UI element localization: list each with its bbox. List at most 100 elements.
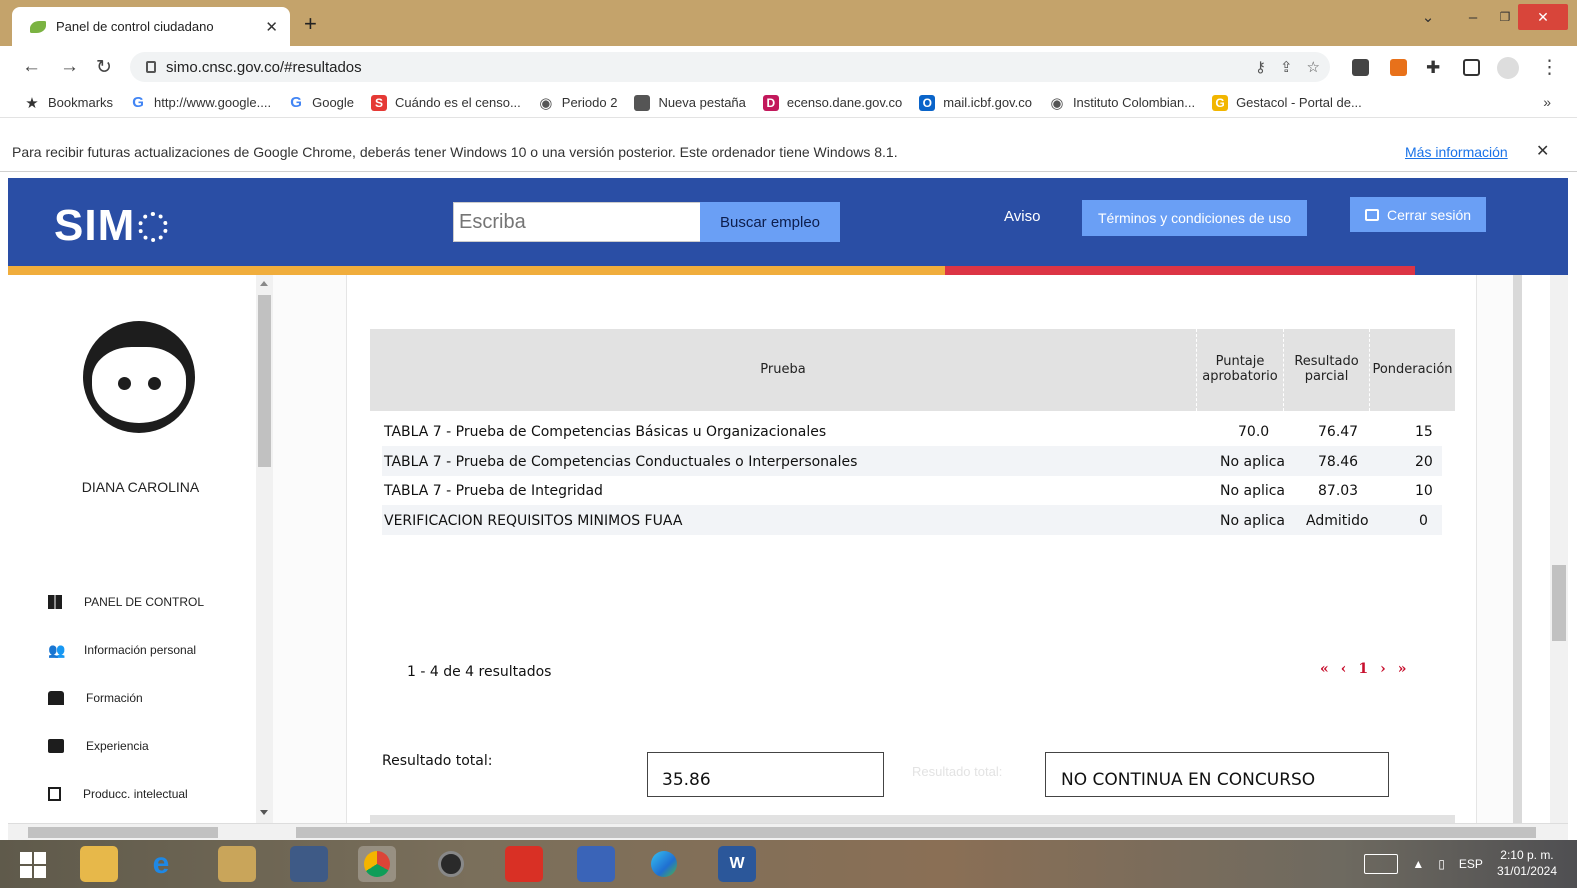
menu-item-panel-de-control[interactable]: PANEL DE CONTROL xyxy=(48,595,204,609)
sidebar-hscroll-thumb[interactable] xyxy=(28,827,218,838)
menu-dots-icon[interactable]: ⋮ xyxy=(1540,56,1559,79)
file-explorer-icon[interactable] xyxy=(80,846,118,882)
more-info-link[interactable]: Más información xyxy=(1405,144,1508,160)
forward-icon[interactable]: → xyxy=(60,56,79,78)
dane-icon: D xyxy=(762,94,779,111)
bookmark-item[interactable]: ◉ Instituto Colombian... xyxy=(1049,94,1195,112)
search-input[interactable] xyxy=(453,202,701,242)
app-icon[interactable] xyxy=(290,846,328,882)
tray-expand-icon[interactable]: ▲ xyxy=(1412,857,1424,871)
windows-start-icon[interactable] xyxy=(20,852,46,878)
browser-tab[interactable]: Panel de control ciudadano ✕ xyxy=(12,7,290,46)
scroll-up-icon[interactable] xyxy=(260,281,268,286)
page-number[interactable]: 1 xyxy=(1358,661,1368,677)
bookmark-item[interactable]: Omail.icbf.gov.co xyxy=(919,94,1032,111)
share-icon[interactable]: ⇪ xyxy=(1280,58,1293,76)
bookmark-star-icon[interactable]: ☆ xyxy=(1307,58,1320,76)
star-icon: ★ xyxy=(25,94,39,112)
reload-icon[interactable]: ↻ xyxy=(96,56,112,79)
sidepanel-icon[interactable] xyxy=(1463,59,1480,76)
close-window-icon[interactable]: ✕ xyxy=(1518,4,1568,30)
first-page-icon[interactable]: « xyxy=(1320,661,1329,677)
scroll-down-icon[interactable] xyxy=(260,810,268,815)
terms-button[interactable]: Términos y condiciones de uso xyxy=(1082,200,1307,236)
next-page-icon[interactable]: › xyxy=(1380,661,1386,677)
bookmark-item[interactable]: G Gestacol - Portal de... xyxy=(1212,94,1362,111)
horizontal-scrollbar[interactable] xyxy=(8,823,1568,840)
tab-title: Panel de control ciudadano xyxy=(56,19,214,34)
cell-resultado: 87.03 xyxy=(1318,483,1359,499)
page-icon xyxy=(634,94,651,111)
simo-logo[interactable]: SIM xyxy=(54,204,169,248)
content-gutter-left xyxy=(273,275,347,823)
clipboard-icon[interactable] xyxy=(1390,59,1407,76)
close-tab-icon[interactable]: ✕ xyxy=(265,18,278,36)
table-footer-strip xyxy=(370,815,1455,823)
edge-icon[interactable] xyxy=(645,846,683,882)
sidebar-scroll-thumb[interactable] xyxy=(258,295,271,467)
bookmark-item[interactable]: ◉ Periodo 2 xyxy=(538,95,617,112)
aviso-link[interactable]: Aviso xyxy=(1004,208,1040,225)
menu-item-experiencia[interactable]: Experiencia xyxy=(48,739,149,753)
faded-total-label: Resultado total: xyxy=(912,764,1003,779)
cell-resultado: Admitido xyxy=(1306,513,1369,529)
cell-prueba: TABLA 7 - Prueba de Competencias Básicas… xyxy=(384,424,827,440)
prev-page-icon[interactable]: ‹ xyxy=(1341,661,1347,677)
new-tab-icon[interactable]: + xyxy=(304,11,317,37)
extension-icon[interactable] xyxy=(1352,59,1369,76)
speaker-app-icon[interactable] xyxy=(432,846,470,882)
clock[interactable]: 2:10 p. m. 31/01/2024 xyxy=(1497,848,1557,879)
network-icon[interactable]: ▯ xyxy=(1438,857,1445,871)
security-app-icon[interactable] xyxy=(505,846,543,882)
system-tray: ▲ ▯ ESP 2:10 p. m. 31/01/2024 xyxy=(1364,848,1557,879)
key-icon[interactable]: ⚷ xyxy=(1255,58,1266,76)
bookmark-item[interactable]: Nueva pestaña xyxy=(634,94,746,111)
site-header: SIM Buscar empleo Aviso Términos y condi… xyxy=(8,178,1568,266)
menu-item-informacion-personal[interactable]: 👥 Información personal xyxy=(48,643,196,657)
page-scroll-thumb[interactable] xyxy=(1552,565,1566,641)
stripe-blue xyxy=(1415,266,1568,275)
logout-button[interactable]: Cerrar sesión xyxy=(1350,197,1486,232)
bookmark-label: Cuándo es el censo... xyxy=(395,95,521,110)
sidebar-scrollbar[interactable] xyxy=(256,275,273,823)
bookmark-item[interactable]: S Cuándo es el censo... xyxy=(371,94,521,111)
bookmark-item[interactable]: Ghttp://www.google.... xyxy=(130,94,271,111)
network-app-icon[interactable] xyxy=(577,846,615,882)
col-puntaje-line1: Puntaje xyxy=(1215,354,1265,370)
minimize-icon[interactable]: – xyxy=(1458,4,1488,30)
chevron-down-icon[interactable]: ⌄ xyxy=(1418,4,1438,30)
url-field[interactable]: simo.cnsc.gov.co/#resultados ⚷ ⇪ ☆ xyxy=(130,52,1330,82)
bookmark-item[interactable]: Decenso.dane.gov.co xyxy=(762,94,903,111)
menu-label: Formación xyxy=(86,691,143,705)
keyboard-icon[interactable] xyxy=(1364,853,1399,874)
page-scrollbar[interactable] xyxy=(1550,275,1568,823)
main-hscroll-thumb[interactable] xyxy=(296,827,1536,838)
bookmark-item[interactable]: G Google xyxy=(288,94,354,111)
profile-icon[interactable] xyxy=(1497,57,1519,79)
globe-icon: ◉ xyxy=(1050,94,1064,112)
lock-icon xyxy=(146,61,156,73)
chrome-icon[interactable] xyxy=(358,846,396,882)
back-icon[interactable]: ← xyxy=(22,56,41,78)
menu-item-formacion[interactable]: Formación xyxy=(48,691,143,705)
close-infobar-icon[interactable]: ✕ xyxy=(1536,141,1549,161)
language-indicator[interactable]: ESP xyxy=(1459,857,1483,871)
bookmark-item[interactable]: ★ Bookmarks xyxy=(24,94,113,112)
internet-explorer-icon[interactable]: e xyxy=(142,846,180,882)
app-icon[interactable] xyxy=(218,846,256,882)
cell-ponderacion: 20 xyxy=(1415,454,1433,470)
avatar[interactable] xyxy=(83,321,195,433)
google-icon: G xyxy=(132,94,144,111)
menu-item-produccion-intelectual[interactable]: Producc. intelectual xyxy=(48,787,188,801)
word-icon[interactable]: W xyxy=(718,846,756,882)
search-jobs-button[interactable]: Buscar empleo xyxy=(700,202,840,242)
address-bar: ← → ↻ simo.cnsc.gov.co/#resultados ⚷ ⇪ ☆… xyxy=(0,46,1577,88)
table-row: TABLA 7 - Prueba de Competencias Básicas… xyxy=(382,416,1442,446)
last-page-icon[interactable]: » xyxy=(1398,661,1407,677)
more-bookmarks-icon[interactable]: » xyxy=(1543,94,1551,110)
bookmark-label: ecenso.dane.gov.co xyxy=(786,95,903,110)
restore-icon[interactable]: ❐ xyxy=(1490,4,1520,30)
total-label: Resultado total: xyxy=(382,753,493,769)
avatar-eye xyxy=(148,377,161,390)
puzzle-icon[interactable]: ✚ xyxy=(1426,58,1443,77)
